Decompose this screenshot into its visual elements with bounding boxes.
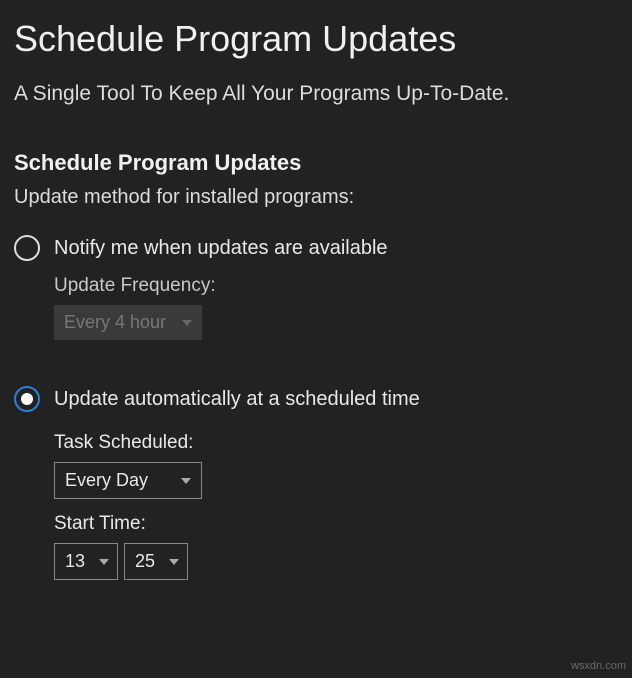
- page-subtitle: A Single Tool To Keep All Your Programs …: [14, 82, 618, 106]
- radio-notify[interactable]: [14, 235, 40, 261]
- start-hour-dropdown[interactable]: 13: [54, 543, 118, 580]
- radio-row-auto[interactable]: Update automatically at a scheduled time: [14, 386, 618, 412]
- chevron-down-icon: [99, 559, 109, 565]
- page-title: Schedule Program Updates: [14, 18, 618, 60]
- section-title: Schedule Program Updates: [14, 150, 618, 176]
- frequency-label: Update Frequency:: [54, 275, 618, 297]
- radio-auto[interactable]: [14, 386, 40, 412]
- update-method-label: Update method for installed programs:: [14, 186, 618, 209]
- chevron-down-icon: [169, 559, 179, 565]
- frequency-value: Every 4 hour: [64, 312, 166, 333]
- start-minute-dropdown[interactable]: 25: [124, 543, 188, 580]
- chevron-down-icon: [182, 320, 192, 326]
- watermark: wsxdn.com: [571, 660, 626, 672]
- start-time-label: Start Time:: [54, 513, 618, 535]
- task-scheduled-label: Task Scheduled:: [54, 432, 618, 454]
- radio-notify-label: Notify me when updates are available: [54, 237, 388, 260]
- task-scheduled-dropdown[interactable]: Every Day: [54, 462, 202, 499]
- chevron-down-icon: [181, 478, 191, 484]
- radio-row-notify[interactable]: Notify me when updates are available: [14, 235, 618, 261]
- frequency-dropdown: Every 4 hour: [54, 305, 202, 340]
- task-scheduled-value: Every Day: [65, 470, 148, 491]
- start-hour-value: 13: [65, 551, 85, 572]
- start-minute-value: 25: [135, 551, 155, 572]
- radio-auto-label: Update automatically at a scheduled time: [54, 388, 420, 411]
